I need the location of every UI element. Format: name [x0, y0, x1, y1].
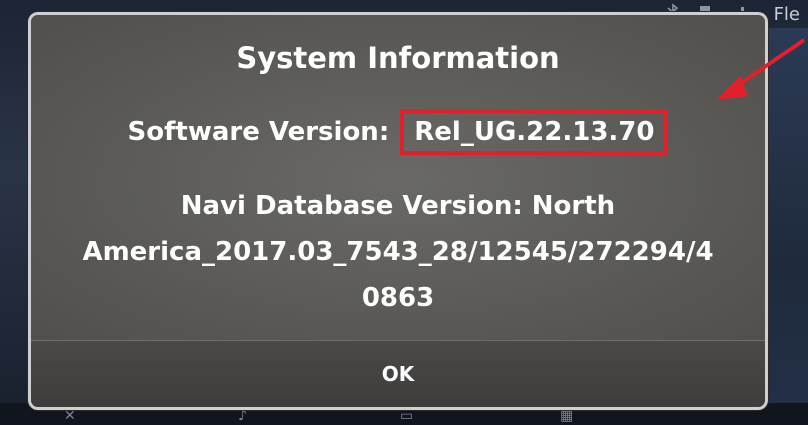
ok-button[interactable]: OK: [31, 341, 765, 407]
navi-line-1: Navi Database Version: North: [180, 191, 616, 221]
nav-icon-apps[interactable]: ▦: [560, 409, 580, 423]
navi-line-2: America_2017.03_7543_28/12545/272294/4: [82, 237, 714, 267]
navi-line-3: 0863: [361, 283, 435, 313]
nav-icon-phone[interactable]: ▭: [400, 409, 420, 423]
software-version-value: Rel_UG.22.13.70: [400, 109, 669, 155]
software-version-row: Software Version: Rel_UG.22.13.70: [31, 109, 765, 155]
dialog-footer: OK: [31, 340, 765, 407]
dialog-body: System Information Software Version: Rel…: [31, 15, 765, 347]
dialog-title: System Information: [236, 41, 560, 75]
clock-text: Fle: [773, 3, 800, 25]
navi-database-version: Navi Database Version: North America_201…: [31, 183, 765, 321]
software-version-label: Software Version:: [127, 117, 390, 147]
nav-icon-media[interactable]: ♪: [238, 409, 258, 423]
nav-icon-left[interactable]: ✕: [64, 409, 84, 423]
system-info-dialog: System Information Software Version: Rel…: [28, 12, 768, 410]
